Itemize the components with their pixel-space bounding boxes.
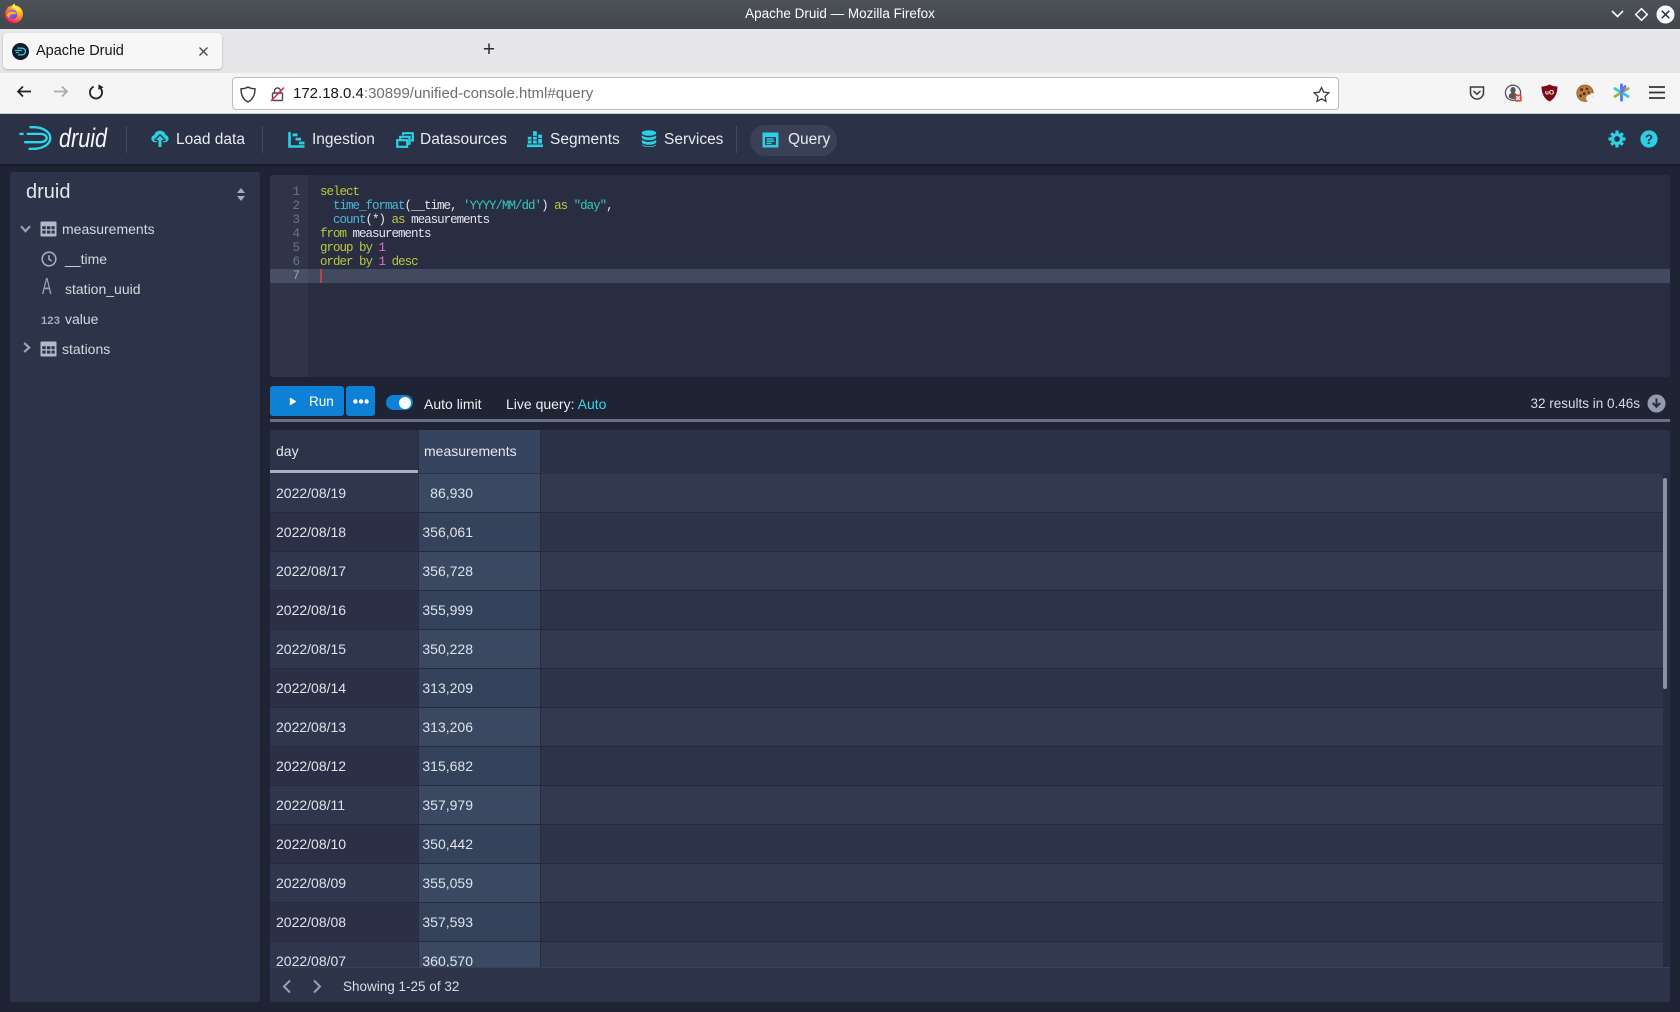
svg-text:uO: uO [1545, 90, 1554, 97]
svg-text:?: ? [1645, 132, 1653, 147]
